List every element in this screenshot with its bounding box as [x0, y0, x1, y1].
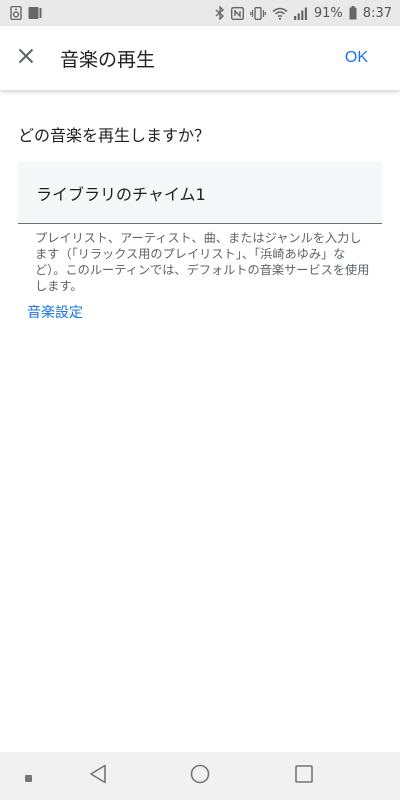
- recents-icon: [295, 765, 313, 787]
- vibrate-icon: [249, 6, 266, 20]
- battery-icon: [349, 6, 357, 20]
- bluetooth-icon: [215, 6, 225, 20]
- status-right: 91% 8:37: [215, 6, 392, 21]
- helper-text: プレイリスト、アーティスト、曲、またはジャンルを入力します（「リラックス用のプレ…: [35, 231, 370, 293]
- recents-button[interactable]: [286, 752, 322, 800]
- music-settings-link[interactable]: 音楽設定: [27, 302, 83, 322]
- music-query-value: ライブラリのチャイム1: [36, 184, 206, 204]
- question-label: どの音楽を再生しますか？: [18, 126, 211, 145]
- music-query-input[interactable]: ライブラリのチャイム1: [18, 162, 382, 224]
- nfc-icon: [230, 6, 244, 20]
- battery-percent: 91%: [313, 5, 343, 21]
- app-bar: 音楽の再生 OK: [0, 26, 400, 90]
- speaker-icon: [10, 6, 22, 20]
- ok-button[interactable]: OK: [345, 49, 368, 67]
- close-icon: [18, 48, 34, 68]
- back-icon: [89, 764, 107, 788]
- clock: 8:37: [362, 5, 392, 21]
- back-button[interactable]: [80, 752, 116, 800]
- status-bar: 91% 8:37: [0, 0, 400, 26]
- status-left: [10, 6, 42, 20]
- dot-icon: [24, 767, 32, 786]
- close-button[interactable]: [0, 26, 54, 90]
- navigation-bar: [0, 752, 400, 800]
- nav-dot-button[interactable]: [16, 752, 40, 800]
- wifi-icon: [272, 7, 288, 20]
- cast-icon: [28, 6, 42, 20]
- home-button[interactable]: [182, 752, 218, 800]
- home-icon: [190, 764, 210, 788]
- signal-icon: [293, 7, 308, 20]
- page-title: 音楽の再生: [60, 48, 156, 71]
